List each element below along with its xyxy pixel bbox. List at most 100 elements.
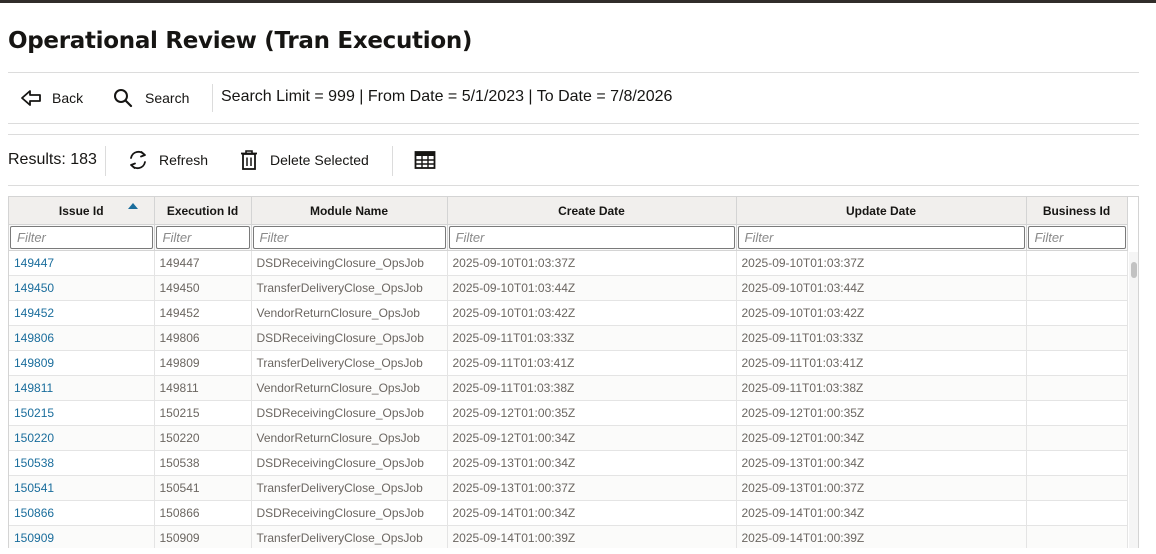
cell-module-name: TransferDeliveryClose_OpsJob: [251, 350, 448, 376]
cell-create-date: 2025-09-14T01:00:39Z: [447, 525, 737, 548]
cell-execution-id: 150866: [154, 500, 252, 526]
table-row[interactable]: 149452 149452 VendorReturnClosure_OpsJob 20…: [9, 300, 1128, 326]
filter-cell: [154, 224, 252, 251]
table-row[interactable]: 150220 150220 VendorReturnClosure_OpsJob 20…: [9, 425, 1128, 451]
table-row[interactable]: 149450 149450 TransferDeliveryClose_OpsJob…: [9, 275, 1128, 301]
search-button[interactable]: Search: [113, 83, 189, 113]
divider: [8, 123, 1139, 124]
cell-issue-id[interactable]: 149811: [9, 375, 155, 401]
column-header-label: Business Id: [1042, 203, 1111, 218]
cell-issue-id[interactable]: 150215: [9, 400, 155, 426]
cell-issue-id[interactable]: 149806: [9, 325, 155, 351]
column-header-update-date[interactable]: Update Date: [736, 197, 1027, 225]
cell-issue-id[interactable]: 149452: [9, 300, 155, 326]
cell-create-date: 2025-09-14T01:00:34Z: [447, 500, 737, 526]
toolbar-separator: [105, 146, 106, 176]
table-row[interactable]: 150538 150538 DSDReceivingClosure_OpsJob 20…: [9, 450, 1128, 476]
table-row[interactable]: 149447 149447 DSDReceivingClosure_OpsJob 20…: [9, 250, 1128, 276]
cell-execution-id: 149806: [154, 325, 252, 351]
column-header-business-id[interactable]: Business Id: [1026, 197, 1128, 225]
filter-cell: [736, 224, 1027, 251]
cell-update-date: 2025-09-10T01:03:37Z: [736, 250, 1027, 276]
cell-issue-id[interactable]: 149809: [9, 350, 155, 376]
cell-issue-id[interactable]: 149450: [9, 275, 155, 301]
column-header-execution-id[interactable]: Execution Id: [154, 197, 252, 225]
cell-create-date: 2025-09-10T01:03:44Z: [447, 275, 737, 301]
filter-cell: [447, 224, 737, 251]
filter-input-business-id[interactable]: [1027, 226, 1126, 249]
filter-input-issue-id[interactable]: [10, 226, 153, 249]
table-row[interactable]: 150909 150909 TransferDeliveryClose_OpsJob…: [9, 525, 1128, 548]
cell-create-date: 2025-09-11T01:03:41Z: [447, 350, 737, 376]
cell-module-name: TransferDeliveryClose_OpsJob: [251, 275, 448, 301]
filter-input-create-date[interactable]: [448, 226, 735, 249]
cell-issue-id[interactable]: 150538: [9, 450, 155, 476]
table-row[interactable]: 150215 150215 DSDReceivingClosure_OpsJob 20…: [9, 400, 1128, 426]
cell-module-name: DSDReceivingClosure_OpsJob: [251, 400, 448, 426]
cell-issue-id[interactable]: 150909: [9, 525, 155, 548]
cell-issue-id[interactable]: 149447: [9, 250, 155, 276]
table-row[interactable]: 149809 149809 TransferDeliveryClose_OpsJob…: [9, 350, 1128, 376]
refresh-label: Refresh: [159, 152, 209, 168]
column-header-label: Update Date: [845, 203, 916, 218]
cell-execution-id: 150538: [154, 450, 252, 476]
results-count: Results: 183: [8, 151, 97, 168]
cell-execution-id: 149447: [154, 250, 252, 276]
search-icon: [113, 88, 133, 108]
delete-selected-button[interactable]: Delete Selected: [239, 145, 369, 175]
filter-cell: [251, 224, 448, 251]
cell-module-name: TransferDeliveryClose_OpsJob: [251, 475, 448, 501]
table-row[interactable]: 149806 149806 DSDReceivingClosure_OpsJob 20…: [9, 325, 1128, 351]
filter-input-module-name[interactable]: [252, 226, 446, 249]
vertical-scrollbar[interactable]: [1129, 252, 1138, 548]
column-header-label: Create Date: [558, 203, 625, 218]
cell-update-date: 2025-09-13T01:00:34Z: [736, 450, 1027, 476]
cell-update-date: 2025-09-10T01:03:42Z: [736, 300, 1027, 326]
cell-module-name: TransferDeliveryClose_OpsJob: [251, 525, 448, 548]
cell-module-name: DSDReceivingClosure_OpsJob: [251, 450, 448, 476]
cell-update-date: 2025-09-11T01:03:38Z: [736, 375, 1027, 401]
cell-execution-id: 149811: [154, 375, 252, 401]
cell-update-date: 2025-09-11T01:03:41Z: [736, 350, 1027, 376]
header-row: Issue Id Execution Id Module Name Create…: [9, 197, 1128, 225]
refresh-button[interactable]: Refresh: [127, 145, 208, 175]
cell-business-id: [1026, 275, 1128, 301]
cell-business-id: [1026, 475, 1128, 501]
cell-business-id: [1026, 350, 1128, 376]
cell-module-name: DSDReceivingClosure_OpsJob: [251, 500, 448, 526]
column-header-issue-id[interactable]: Issue Id: [9, 197, 155, 225]
table-row[interactable]: 150541 150541 TransferDeliveryClose_OpsJob…: [9, 475, 1128, 501]
cell-create-date: 2025-09-11T01:03:33Z: [447, 325, 737, 351]
cell-update-date: 2025-09-12T01:00:34Z: [736, 425, 1027, 451]
filter-input-update-date[interactable]: [737, 226, 1025, 249]
cell-module-name: VendorReturnClosure_OpsJob: [251, 300, 448, 326]
toolbar-separator: [212, 84, 213, 112]
cell-create-date: 2025-09-12T01:00:34Z: [447, 425, 737, 451]
column-header-module-name[interactable]: Module Name: [251, 197, 448, 225]
cell-business-id: [1026, 500, 1128, 526]
column-header-create-date[interactable]: Create Date: [447, 197, 737, 225]
cell-issue-id[interactable]: 150220: [9, 425, 155, 451]
column-view-button[interactable]: [414, 145, 436, 175]
column-header-label: Issue Id: [58, 203, 104, 218]
back-button[interactable]: Back: [20, 83, 83, 113]
table-row[interactable]: 149811 149811 VendorReturnClosure_OpsJob 20…: [9, 375, 1128, 401]
cell-execution-id: 149450: [154, 275, 252, 301]
divider: [8, 185, 1139, 186]
scrollbar-thumb[interactable]: [1131, 262, 1137, 278]
cell-issue-id[interactable]: 150541: [9, 475, 155, 501]
cell-business-id: [1026, 450, 1128, 476]
cell-business-id: [1026, 400, 1128, 426]
table-row[interactable]: 150866 150866 DSDReceivingClosure_OpsJob 20…: [9, 500, 1128, 526]
sort-ascending-icon: [127, 203, 138, 209]
cell-update-date: 2025-09-10T01:03:44Z: [736, 275, 1027, 301]
cell-business-id: [1026, 300, 1128, 326]
filter-input-execution-id[interactable]: [155, 226, 250, 249]
back-arrow-icon: [20, 88, 42, 108]
cell-issue-id[interactable]: 150866: [9, 500, 155, 526]
cell-module-name: DSDReceivingClosure_OpsJob: [251, 250, 448, 276]
cell-execution-id: 149809: [154, 350, 252, 376]
search-criteria: Search Limit = 999 | From Date = 5/1/202…: [221, 88, 673, 105]
cell-create-date: 2025-09-12T01:00:35Z: [447, 400, 737, 426]
results-table: Issue Id Execution Id Module Name Create…: [9, 197, 1128, 548]
